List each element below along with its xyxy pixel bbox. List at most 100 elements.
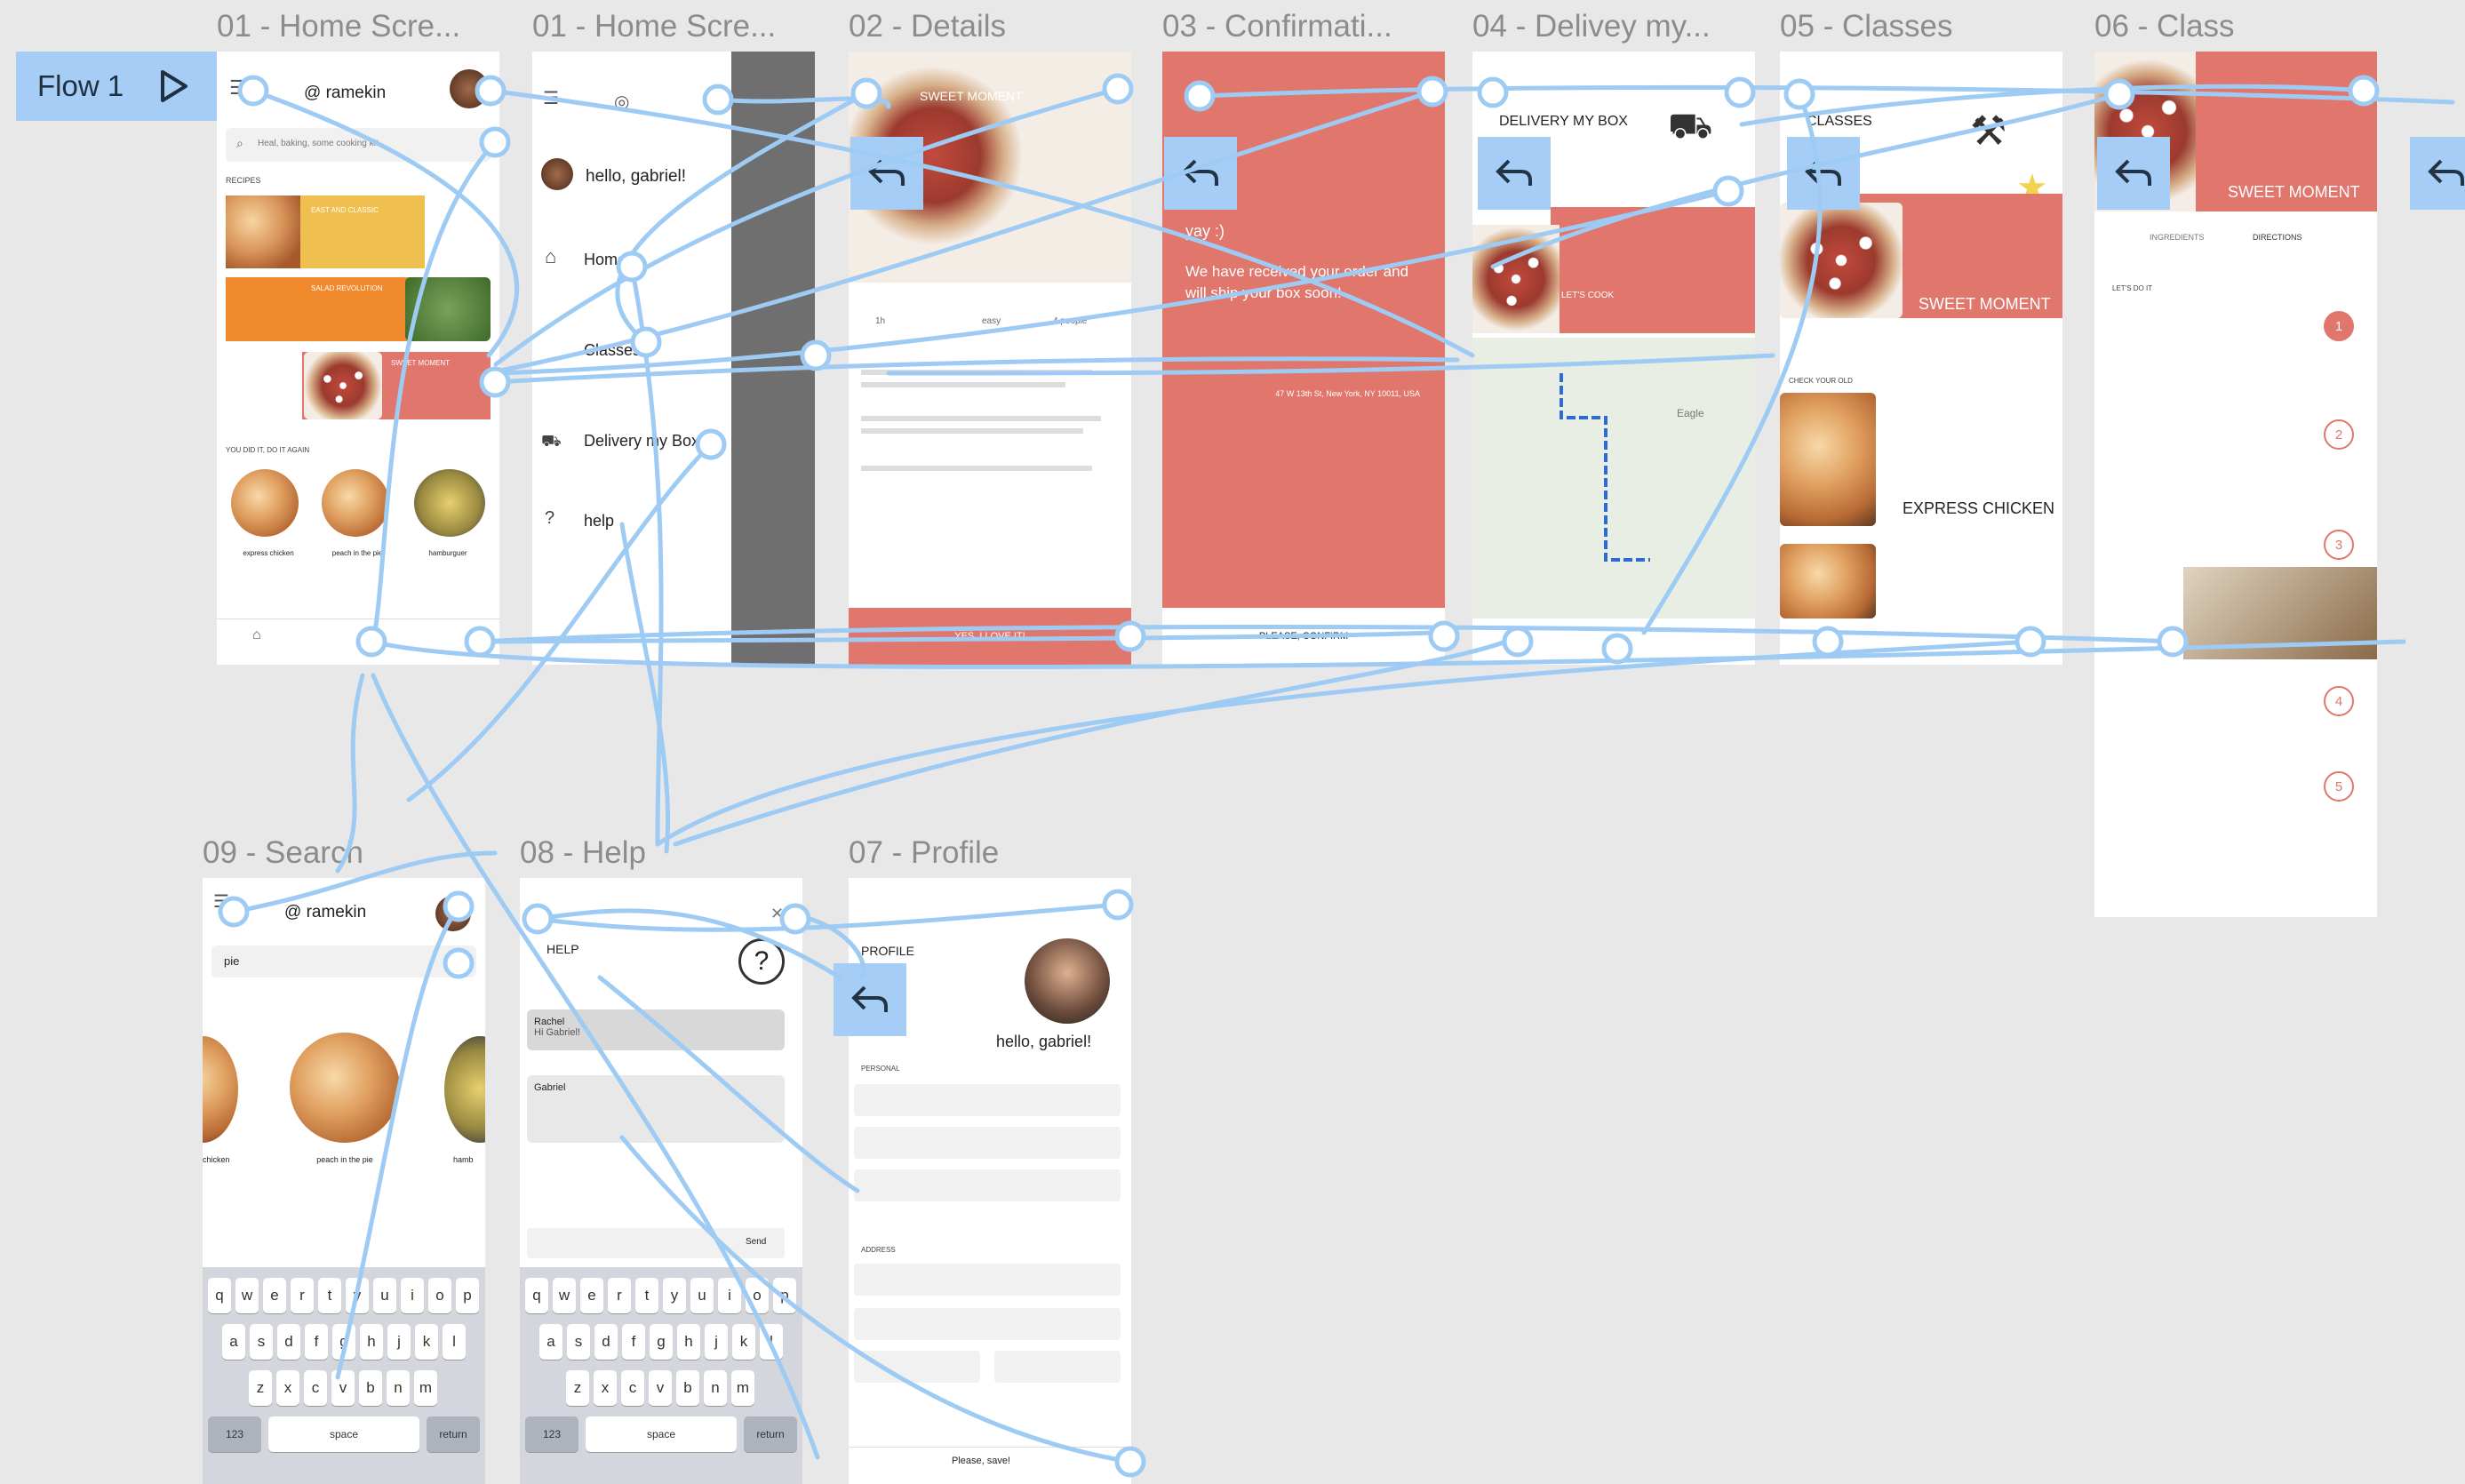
key-b[interactable]: b: [676, 1370, 699, 1406]
key-e[interactable]: e: [580, 1278, 603, 1313]
frame-home-1[interactable]: ☰ @ ramekin ⌕ Heal, baking, some cooking…: [217, 52, 499, 665]
recipe-card-2[interactable]: SALAD REVOLUTION: [226, 277, 425, 341]
key-123[interactable]: 123: [208, 1416, 261, 1452]
key-space[interactable]: space: [268, 1416, 419, 1452]
key-u[interactable]: u: [690, 1278, 714, 1313]
map-view[interactable]: Eagle: [1472, 338, 1755, 618]
key-s[interactable]: s: [567, 1324, 590, 1360]
key-v[interactable]: v: [649, 1370, 672, 1406]
key-123[interactable]: 123: [525, 1416, 578, 1452]
key-return[interactable]: return: [744, 1416, 797, 1452]
result-image-1[interactable]: [203, 1036, 238, 1143]
key-v[interactable]: v: [331, 1370, 355, 1406]
menu-icon[interactable]: ☰: [229, 76, 247, 100]
recipe-card-1[interactable]: EAST AND CLASSIC: [226, 195, 425, 268]
key-m[interactable]: m: [731, 1370, 754, 1406]
email-field[interactable]: [854, 1127, 1121, 1159]
name-field[interactable]: [854, 1084, 1121, 1116]
menu-icon[interactable]: ☰: [543, 87, 559, 109]
key-l[interactable]: l: [760, 1324, 783, 1360]
key-b[interactable]: b: [359, 1370, 382, 1406]
tab-directions[interactable]: DIRECTIONS: [2253, 233, 2302, 242]
key-p[interactable]: p: [773, 1278, 796, 1313]
key-w[interactable]: w: [235, 1278, 259, 1313]
back-button[interactable]: [2410, 137, 2465, 210]
back-button[interactable]: [834, 963, 906, 1036]
key-q[interactable]: q: [208, 1278, 231, 1313]
key-h[interactable]: h: [677, 1324, 700, 1360]
key-q[interactable]: q: [525, 1278, 548, 1313]
frame-search[interactable]: ☰ @ ramekin pie chicken peach in the pie…: [203, 878, 485, 1484]
avatar[interactable]: [450, 69, 489, 108]
key-w[interactable]: w: [553, 1278, 576, 1313]
key-c[interactable]: c: [304, 1370, 327, 1406]
key-o[interactable]: o: [746, 1278, 769, 1313]
send-button[interactable]: Send: [746, 1237, 766, 1247]
step-4[interactable]: 4: [2324, 686, 2354, 716]
key-z[interactable]: z: [566, 1370, 589, 1406]
tab-ingredients[interactable]: INGREDIENTS: [2150, 233, 2205, 242]
key-f[interactable]: f: [305, 1324, 328, 1360]
menu-item-home[interactable]: Home: [584, 251, 626, 269]
menu-item-help[interactable]: help: [584, 512, 614, 531]
result-image-2[interactable]: [290, 1033, 400, 1143]
key-s[interactable]: s: [250, 1324, 273, 1360]
key-g[interactable]: g: [650, 1324, 673, 1360]
yes-button[interactable]: YES, I LOVE IT!: [849, 608, 1131, 665]
profile-avatar[interactable]: [1025, 938, 1110, 1024]
menu-item-classes[interactable]: Classes: [584, 341, 641, 360]
item-image-3[interactable]: [414, 469, 485, 537]
key-t[interactable]: t: [318, 1278, 341, 1313]
key-space[interactable]: space: [586, 1416, 737, 1452]
key-k[interactable]: k: [732, 1324, 755, 1360]
key-y[interactable]: y: [346, 1278, 369, 1313]
city-field[interactable]: [854, 1308, 1121, 1340]
frame-home-menu[interactable]: ☰ ◎ hello, gabriel! ⌂ Home Classes ⛟ Del…: [532, 52, 815, 665]
back-button[interactable]: [1164, 137, 1237, 210]
search-field[interactable]: ⌕ Heal, baking, some cooking kit: [226, 128, 491, 162]
close-icon[interactable]: ✕: [770, 905, 784, 923]
frame-help[interactable]: HELP ✕ ? Rachel Hi Gabriel! Gabriel Send…: [520, 878, 802, 1484]
key-a[interactable]: a: [539, 1324, 562, 1360]
keyboard[interactable]: q w e r t y u i o p a s d f g h j k l z x c v b n m 123 space return: [520, 1267, 802, 1484]
key-y[interactable]: y: [663, 1278, 686, 1313]
item-image-2[interactable]: [322, 469, 389, 537]
key-a[interactable]: a: [222, 1324, 245, 1360]
search-input[interactable]: pie: [211, 945, 476, 977]
step-2[interactable]: 2: [2324, 419, 2354, 450]
flow-1-start-tag[interactable]: Flow 1: [16, 52, 219, 121]
key-l[interactable]: l: [443, 1324, 466, 1360]
street-field[interactable]: [854, 1264, 1121, 1296]
key-e[interactable]: e: [263, 1278, 286, 1313]
key-h[interactable]: h: [360, 1324, 383, 1360]
video-thumbnail[interactable]: [2183, 567, 2377, 659]
step-5[interactable]: 5: [2324, 771, 2354, 802]
key-return[interactable]: return: [427, 1416, 480, 1452]
result-image-3[interactable]: [444, 1036, 485, 1143]
key-d[interactable]: d: [594, 1324, 618, 1360]
key-j[interactable]: j: [387, 1324, 411, 1360]
key-u[interactable]: u: [373, 1278, 396, 1313]
key-i[interactable]: i: [718, 1278, 741, 1313]
key-r[interactable]: r: [608, 1278, 631, 1313]
dimmed-overlay[interactable]: [731, 52, 815, 665]
keyboard[interactable]: q w e r t y u i o p a s d f g h j k l z x c v b n m 123 space return: [203, 1267, 485, 1484]
key-c[interactable]: c: [621, 1370, 644, 1406]
message-input[interactable]: Send: [527, 1228, 785, 1258]
step-1[interactable]: 1: [2324, 311, 2354, 341]
order-card[interactable]: LET'S COOK: [1551, 207, 1755, 333]
key-g[interactable]: g: [332, 1324, 355, 1360]
step-3[interactable]: 3: [2324, 530, 2354, 560]
item-image-1[interactable]: [231, 469, 299, 537]
phone-field[interactable]: [854, 1169, 1121, 1201]
key-t[interactable]: t: [635, 1278, 658, 1313]
menu-icon[interactable]: ☰: [213, 890, 229, 913]
key-n[interactable]: n: [387, 1370, 410, 1406]
key-j[interactable]: j: [705, 1324, 728, 1360]
please-confirm-button[interactable]: PLEASE, CONFIRM: [1162, 608, 1445, 665]
key-z[interactable]: z: [249, 1370, 272, 1406]
state-field[interactable]: [854, 1351, 980, 1383]
menu-item-delivery[interactable]: Delivery my Box: [584, 432, 699, 451]
key-p[interactable]: p: [456, 1278, 479, 1313]
key-f[interactable]: f: [622, 1324, 645, 1360]
